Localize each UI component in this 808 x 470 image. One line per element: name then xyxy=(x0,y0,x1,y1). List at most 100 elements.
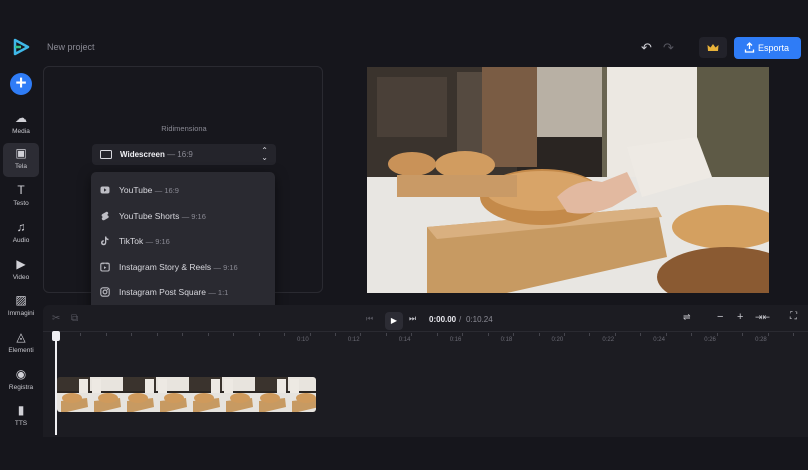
sidebar-item-label: Video xyxy=(12,274,30,281)
image-icon: ▨ xyxy=(15,293,27,307)
zoom-in-icon[interactable]: + xyxy=(737,311,743,323)
sidebar-item-registra[interactable]: ◉ Registra xyxy=(3,364,39,398)
dropdown-item-instagram-post-square[interactable]: Instagram Post Square — 1:1 xyxy=(91,279,275,304)
clip-frame-thumbnail xyxy=(255,377,288,412)
adjust-icon[interactable]: ⇌ xyxy=(683,312,691,323)
dropdown-item-youtube-shorts[interactable]: YouTube Shorts — 9:16 xyxy=(91,203,275,228)
fit-timeline-icon[interactable]: ⇥⇤ xyxy=(755,312,770,323)
video-preview[interactable] xyxy=(367,67,769,293)
ruler-tick-mark xyxy=(564,333,565,336)
sidebar-item-video[interactable]: ▶ Video xyxy=(3,254,39,288)
ruler-tick-mark xyxy=(716,333,718,336)
time-separator: / xyxy=(459,315,462,324)
video-clip[interactable] xyxy=(57,377,316,412)
ruler-tick-mark xyxy=(284,333,286,336)
playhead[interactable] xyxy=(55,331,57,435)
fullscreen-icon[interactable]: ⛶ xyxy=(790,311,797,322)
crown-icon xyxy=(707,44,719,51)
sidebar-item-tts[interactable]: ▮ TTS xyxy=(3,400,39,434)
zoom-out-icon[interactable]: − xyxy=(717,311,723,323)
sidebar-item-media[interactable]: ☁ Media xyxy=(3,108,39,142)
canvas-icon: ▣ xyxy=(15,146,27,160)
add-media-button[interactable]: + xyxy=(10,73,32,95)
redo-icon[interactable]: ↷ xyxy=(663,40,674,56)
dropdown-item-ratio: — 9:16 xyxy=(181,211,206,221)
clip-frame-thumbnail xyxy=(189,377,222,412)
music-note-icon: ♫ xyxy=(16,220,26,234)
ruler-tick-mark xyxy=(767,333,769,336)
ruler-tick-mark xyxy=(309,333,311,336)
aspect-ratio-select[interactable]: Widescreen — 16:9 ⌃ ⌄ xyxy=(92,144,276,165)
youtube-icon xyxy=(100,186,110,194)
export-button[interactable]: Esporta xyxy=(734,37,801,59)
dropdown-item-text: Instagram Story & Reels — 9:16 xyxy=(119,262,238,272)
ruler-tick-mark xyxy=(614,333,616,336)
ruler-tick-mark xyxy=(436,333,438,336)
ruler-tick-label: 0:22 xyxy=(602,337,615,343)
sidebar-item-elementi[interactable]: ◬ Elementi xyxy=(3,327,39,361)
dropdown-item-tiktok[interactable]: TikTok — 9:16 xyxy=(91,228,275,253)
scissors-icon[interactable]: ✂ xyxy=(52,313,60,324)
app-logo xyxy=(13,38,30,56)
ruler-tick-label: 0:26 xyxy=(704,337,716,343)
waveform-icon: ▮ xyxy=(17,403,25,417)
dropdown-item-text: Instagram Post Square — 1:1 xyxy=(119,287,228,297)
dropdown-item-name: Instagram Story & Reels xyxy=(119,261,212,272)
clip-frame-thumbnail xyxy=(222,377,255,412)
duplicate-icon[interactable]: ⧉ xyxy=(71,313,78,324)
ruler-tick-label: 0:10 xyxy=(297,337,309,343)
ruler-tick-mark xyxy=(462,333,464,336)
ruler-tick-mark xyxy=(793,333,795,336)
tiktok-icon xyxy=(101,236,109,246)
sidebar-item-label: Audio xyxy=(12,237,30,244)
ruler-tick-mark xyxy=(513,333,515,336)
upload-cloud-icon: ☁ xyxy=(15,111,27,125)
dropdown-item-instagram-story-reels[interactable]: Instagram Story & Reels — 9:16 xyxy=(91,254,275,279)
clip-frame-thumbnail xyxy=(156,377,189,412)
current-time: 0:00.00 xyxy=(429,315,457,324)
clip-frame-thumbnail xyxy=(123,377,156,412)
ruler-tick-mark xyxy=(182,333,184,336)
ruler-tick-mark xyxy=(589,333,591,336)
project-title[interactable]: New project xyxy=(47,42,95,52)
shapes-icon: ◬ xyxy=(16,330,26,344)
ruler-tick-label: 0:28 xyxy=(755,337,767,343)
dropdown-item-text: TikTok — 9:16 xyxy=(119,236,170,246)
record-icon: ◉ xyxy=(15,367,27,381)
sidebar-item-audio[interactable]: ♫ Audio xyxy=(3,217,39,251)
premium-button[interactable] xyxy=(699,37,727,58)
total-time: 0:10.24 xyxy=(466,315,493,324)
sidebar-item-testo[interactable]: T Testo xyxy=(3,180,39,214)
playhead-handle[interactable] xyxy=(52,331,60,341)
dropdown-item-name: TikTok xyxy=(119,236,144,246)
instagram-icon xyxy=(100,287,110,297)
resize-panel-title: Ridimensiona xyxy=(161,124,207,133)
ruler-tick-mark xyxy=(640,333,642,336)
dropdown-item-text: YouTube Shorts — 9:16 xyxy=(119,211,206,221)
sidebar-item-immagini[interactable]: ▨ Immagini xyxy=(3,290,39,324)
sidebar-item-tela[interactable]: ▣ Tela xyxy=(3,143,39,177)
timeline-ruler xyxy=(43,331,808,332)
left-sidebar: + ☁ Media ▣ Tela T Testo ♫ Audio ▶ Video ▨ Immagini… xyxy=(0,0,42,470)
ruler-tick-label: 0:14 xyxy=(398,337,411,343)
ruler-tick-label: 0:12 xyxy=(347,337,360,343)
ruler-tick-mark xyxy=(665,333,667,336)
skip-back-icon[interactable]: ⏮ xyxy=(366,314,373,324)
ruler-tick-mark xyxy=(80,333,82,336)
sidebar-item-label: TTS xyxy=(14,420,28,427)
upload-icon xyxy=(744,42,755,53)
preview-image xyxy=(367,67,769,293)
timeline: ✂ ⧉ ⏮ ▶ ⏭ 0:00.00 / 0:10.24 ⇌ − + ⇥⇤ ⛶ 0… xyxy=(43,305,808,437)
dropdown-item-name: Instagram Post Square xyxy=(119,287,206,297)
undo-icon[interactable]: ↶ xyxy=(641,40,652,56)
skip-forward-icon[interactable]: ⏭ xyxy=(409,314,416,324)
sidebar-item-label: Immagini xyxy=(7,310,35,317)
ruler-tick-label: 0:16 xyxy=(449,337,462,343)
dropdown-item-name: YouTube xyxy=(119,185,153,195)
ruler-tick-mark xyxy=(131,333,133,336)
dropdown-item-text: YouTube — 16:9 xyxy=(119,185,179,195)
dropdown-item-youtube[interactable]: YouTube — 16:9 xyxy=(91,177,275,202)
chevron-updown-icon: ⌃ ⌄ xyxy=(261,146,268,162)
play-button[interactable]: ▶ xyxy=(385,312,403,330)
ruler-tick-label: 0:20 xyxy=(551,337,564,343)
